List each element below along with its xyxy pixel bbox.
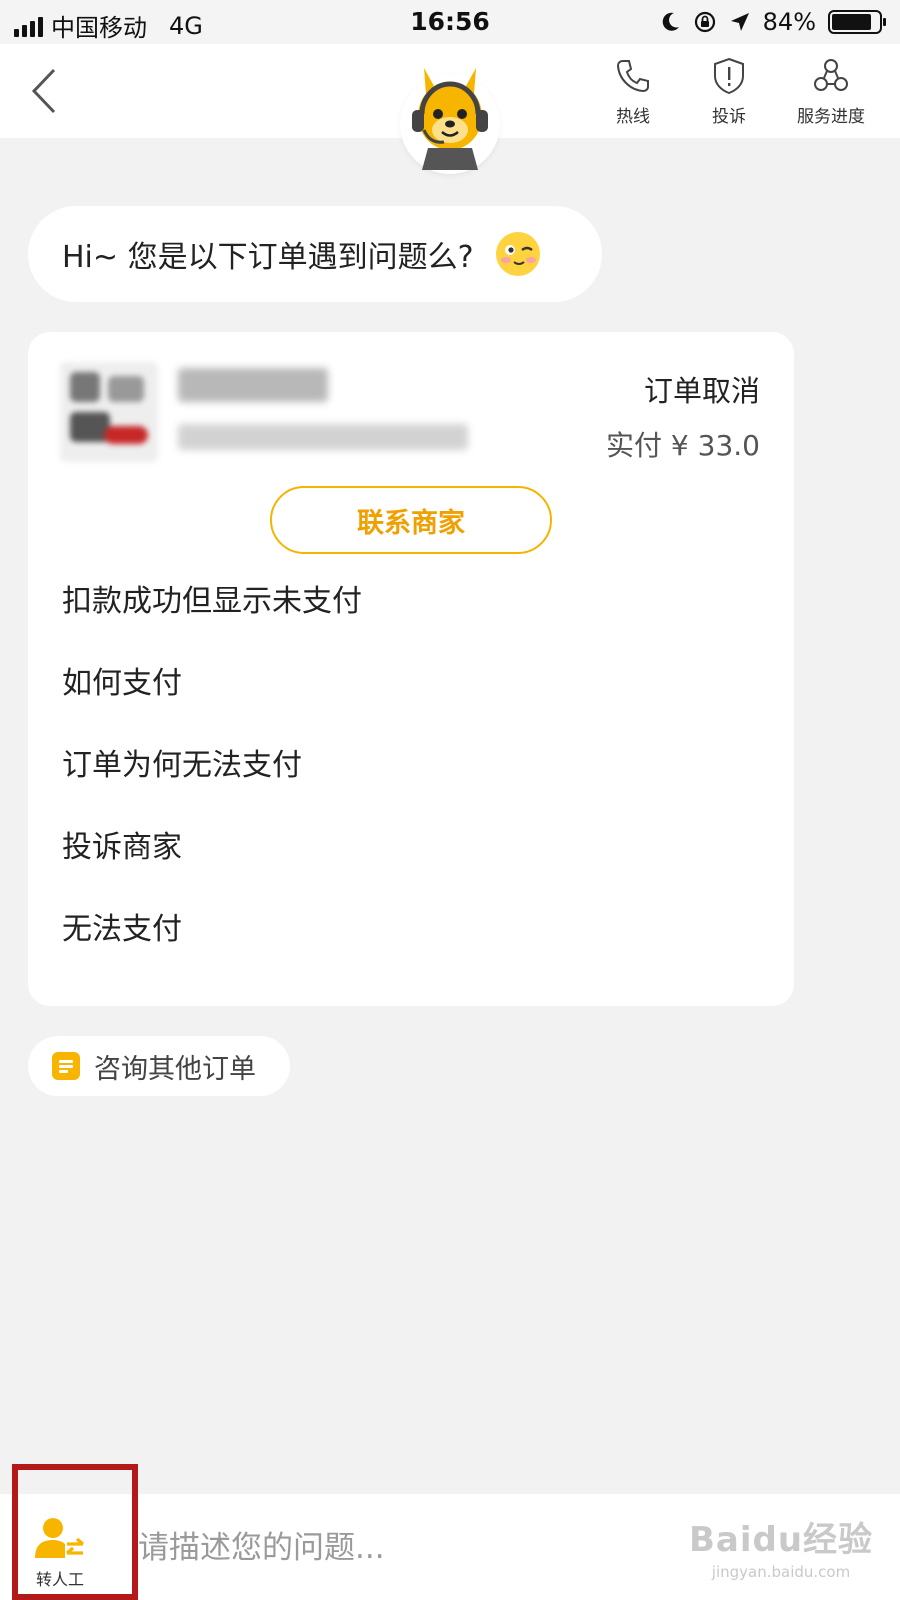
faq-item[interactable]: 如何支付 — [62, 658, 182, 702]
assistant-avatar — [400, 64, 500, 174]
contact-merchant-button[interactable]: 联系商家 — [270, 486, 552, 554]
faq-item[interactable]: 无法支付 — [62, 904, 182, 948]
watermark-brand: Baidu经验 — [688, 1520, 874, 1560]
order-card: 订单取消 实付 ¥ 33.0 联系商家 扣款成功但显示未支付 如何支付 订单为何… — [28, 332, 794, 1006]
complaint-label: 投诉 — [712, 107, 746, 127]
other-orders-button[interactable]: 咨询其他订单 — [28, 1036, 290, 1096]
other-orders-label: 咨询其他订单 — [94, 1053, 256, 1085]
watermark-url: jingyan.baidu.com — [711, 1563, 851, 1581]
wink-emoji-icon — [495, 232, 540, 276]
store-thumbnail[interactable] — [60, 362, 158, 462]
greeting-bubble: Hi~ 您是以下订单遇到问题么? — [28, 206, 602, 302]
human-agent-button[interactable]: 转人工 — [20, 1516, 100, 1590]
shield-alert-icon — [714, 57, 744, 95]
battery-fill — [832, 14, 871, 30]
phone-icon — [616, 60, 649, 93]
human-agent-label: 转人工 — [35, 1570, 84, 1589]
moon-icon — [662, 12, 679, 31]
progress-icon — [814, 59, 848, 91]
status-right: 84% — [661, 8, 886, 36]
document-icon — [52, 1052, 80, 1080]
rotation-lock-icon — [694, 11, 715, 33]
watermark: Baidu经验 jingyan.baidu.com — [686, 1512, 876, 1581]
battery-icon — [828, 10, 886, 34]
back-button[interactable] — [26, 66, 66, 116]
service-progress-button[interactable]: 服务进度 — [786, 56, 876, 127]
battery-percent: 84% — [762, 8, 816, 36]
store-name-blurred — [178, 368, 328, 402]
faq-item[interactable]: 扣款成功但显示未支付 — [62, 576, 362, 620]
status-bar: 中国移动 4G 16:56 84% — [0, 0, 900, 44]
hotline-label: 热线 — [616, 107, 650, 127]
transfer-agent-icon — [35, 1518, 85, 1558]
location-icon — [730, 13, 749, 31]
order-paid-amount: 实付 ¥ 33.0 — [606, 429, 760, 462]
order-items-blurred — [178, 424, 468, 450]
service-progress-label: 服务进度 — [797, 107, 865, 127]
faq-item[interactable]: 订单为何无法支付 — [62, 740, 302, 784]
chevron-left-icon — [31, 68, 56, 114]
complaint-button[interactable]: 投诉 — [684, 56, 774, 127]
faq-item[interactable]: 投诉商家 — [62, 822, 182, 866]
greeting-text: Hi~ 您是以下订单遇到问题么? — [62, 240, 474, 275]
hotline-button[interactable]: 热线 — [588, 56, 678, 127]
question-input[interactable] — [138, 1518, 668, 1578]
kangaroo-mascot-icon — [412, 68, 488, 170]
order-status: 订单取消 — [643, 374, 760, 408]
